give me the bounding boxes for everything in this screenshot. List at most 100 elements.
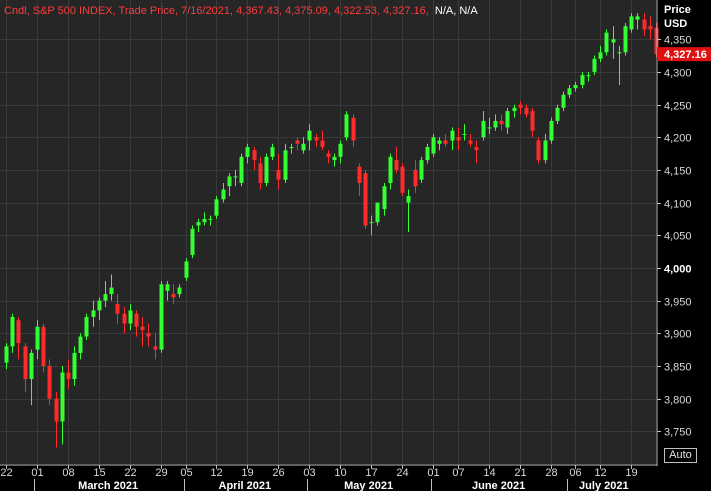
candle-body (91, 310, 96, 317)
candle-body (66, 372, 71, 380)
candle (623, 22, 628, 56)
candle-body (159, 284, 164, 350)
month-label: June 2021 (472, 480, 525, 491)
price-tick-label: 4,300 (664, 68, 692, 80)
candle-body (642, 19, 647, 30)
candle-body (443, 140, 448, 144)
candle-body (97, 300, 102, 311)
price-tick-label: 3,850 (664, 362, 692, 374)
candle-body (301, 143, 306, 151)
day-tick-label: 19 (625, 467, 637, 479)
candle-body (227, 176, 232, 187)
candle-body (41, 326, 46, 366)
candle-body (221, 189, 226, 200)
candle (549, 117, 554, 144)
candle (419, 156, 424, 183)
candle-body (326, 153, 331, 157)
candle-body (29, 352, 34, 380)
candle-body (462, 133, 467, 135)
month-label: July 2021 (579, 480, 629, 491)
candle-body (128, 310, 133, 324)
chart-title-main: Cndl, S&P 500 INDEX, Trade Price, 7/16/2… (4, 5, 429, 17)
candle-body (289, 147, 294, 149)
day-tick-label: 29 (155, 467, 167, 479)
candle-body (338, 143, 343, 157)
candle-body (295, 140, 300, 144)
candle-body (425, 147, 430, 161)
candle-body (431, 137, 436, 154)
candle-body (499, 120, 504, 125)
day-tick-label: 12 (594, 467, 606, 479)
candle-body (369, 222, 374, 224)
candle-body (208, 218, 213, 220)
candle-body (611, 39, 616, 43)
candle-body (35, 326, 40, 350)
candle-body (567, 88, 572, 95)
candle-body (512, 107, 517, 112)
candle-body (190, 228, 195, 255)
candle-body (314, 137, 319, 141)
currency-label: USD (664, 18, 687, 30)
candle (41, 323, 46, 373)
candle-body (518, 104, 523, 108)
candle-body (351, 117, 356, 141)
candle-body (47, 365, 52, 399)
candle-body (561, 94, 566, 108)
candle (264, 153, 269, 187)
candle-body (474, 147, 479, 151)
candle-body (177, 287, 182, 295)
month-label: May 2021 (344, 480, 393, 491)
candle-body (555, 107, 560, 121)
candle-body (264, 156, 269, 183)
month-label: March 2021 (78, 480, 138, 491)
candle (239, 153, 244, 187)
candle-body (54, 398, 59, 422)
candle-body (72, 352, 77, 380)
plot-area (0, 0, 656, 464)
candle-body (84, 316, 89, 337)
candle-body (134, 313, 139, 327)
price-tick-label: 4,150 (664, 166, 692, 178)
candle-body (580, 75, 585, 85)
auto-scale-button[interactable]: Auto (664, 448, 697, 463)
day-tick-label: 21 (514, 467, 526, 479)
candle-body (629, 16, 634, 30)
candle-body (270, 147, 275, 157)
candle-body (245, 147, 250, 157)
day-tick-label: 14 (483, 467, 495, 479)
candle-body (344, 114, 349, 138)
candle-body (419, 160, 424, 180)
day-tick-label: 28 (545, 467, 557, 479)
candle-body (78, 336, 83, 353)
candle-body (450, 130, 455, 141)
candle-body (283, 150, 288, 180)
price-tick-label: 3,800 (664, 395, 692, 407)
price-tick-label: 4,100 (664, 199, 692, 211)
candle-body (153, 346, 158, 350)
candle-body (233, 176, 238, 178)
candle-body (4, 346, 9, 363)
candle-body (487, 127, 492, 129)
candle-body (363, 173, 368, 226)
price-tick-label: 3,950 (664, 297, 692, 309)
candle-body (258, 163, 263, 183)
candle (84, 313, 89, 340)
candle-body (115, 303, 120, 314)
candle-body (196, 222, 201, 226)
candle-body (375, 202, 380, 223)
candle-body (60, 372, 65, 422)
candle-body (388, 156, 393, 183)
candle-body (543, 140, 548, 161)
candle-body (635, 16, 640, 20)
candlestick-chart: 3,750 3,800 3,850 3,900 3,950 4,000 4,050 4,100… (0, 0, 711, 491)
candle (47, 359, 52, 406)
candle (431, 133, 436, 157)
candle (604, 29, 609, 56)
candle-body (648, 26, 653, 30)
candle-body (165, 284, 170, 291)
candle-body (413, 169, 418, 187)
candle-body (604, 32, 609, 53)
price-tick-label: 3,750 (664, 427, 692, 439)
candle-body (493, 120, 498, 128)
candle-body (202, 218, 207, 223)
